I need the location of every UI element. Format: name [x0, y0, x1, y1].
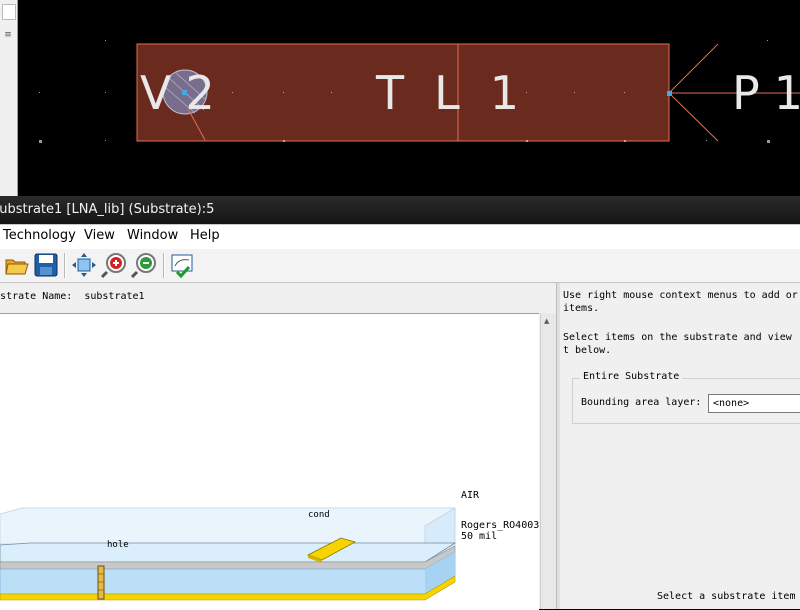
substrate-view[interactable]: AIR cond Rogers_RO4003 50 mil hole: [0, 313, 539, 610]
label-tl1: TL1: [376, 66, 549, 120]
toolbar: [0, 249, 800, 283]
hint-context-menus: Use right mouse context menus to add or …: [563, 290, 798, 314]
zoom-out-icon[interactable]: [130, 252, 157, 279]
layout-canvas[interactable]: V2 TL1 P1 ≡: [0, 0, 800, 196]
editor-vertical-scrollbar[interactable]: ▲: [540, 313, 557, 609]
hint-select-items: Select items on the substrate and view t…: [563, 332, 792, 356]
scroll-grip-icon: ≡: [4, 30, 12, 40]
bounding-area-label: Bounding area layer:: [581, 397, 702, 408]
menu-window[interactable]: Window: [127, 228, 178, 243]
dielectric-thickness-label: 50 mil: [461, 531, 498, 542]
check-icon[interactable]: [169, 252, 195, 279]
cond-label: cond: [308, 510, 330, 520]
substrate-name-value: substrate1: [84, 291, 145, 302]
substrate-name-label: Substrate Name:: [0, 291, 73, 302]
menu-bar: Technology View Window Help: [0, 224, 800, 250]
menu-view[interactable]: View: [84, 228, 115, 243]
window-title: Substrate1 [LNA_lib] (Substrate):5: [0, 202, 215, 217]
properties-pane: Use right mouse context menus to add or …: [560, 283, 800, 609]
label-v2: V2: [140, 66, 229, 120]
hint-select-substrate-item: Select a substrate item: [657, 591, 796, 602]
window-titlebar[interactable]: Substrate1 [LNA_lib] (Substrate):5: [0, 196, 800, 224]
bounding-area-value: <none>: [713, 398, 750, 409]
substrate-3d-drawing: [0, 507, 457, 601]
scroll-up-icon[interactable]: ▲: [544, 317, 549, 325]
zoom-in-icon[interactable]: [100, 252, 127, 279]
menu-help[interactable]: Help: [190, 228, 220, 243]
bounding-area-select[interactable]: <none>: [708, 394, 800, 413]
substrate-name-row: Substrate Name: substrate1: [0, 291, 157, 302]
save-icon[interactable]: [33, 252, 59, 278]
group-title: Entire Substrate: [580, 371, 683, 382]
open-folder-icon[interactable]: [4, 252, 30, 278]
hole-via[interactable]: [97, 565, 105, 600]
dielectric-label: Rogers_RO4003: [461, 520, 540, 531]
air-layer[interactable]: [0, 507, 456, 545]
label-p1: P1: [732, 66, 800, 120]
scroll-thumb[interactable]: [2, 4, 16, 20]
substrate-editor-pane: Substrate Name: substrate1 AIR c: [0, 283, 557, 610]
left-scrollbar[interactable]: ≡: [0, 0, 18, 196]
fit-view-icon[interactable]: [71, 252, 97, 278]
air-label: AIR: [461, 490, 480, 501]
hole-label: hole: [107, 540, 129, 550]
menu-technology[interactable]: Technology: [3, 228, 76, 243]
